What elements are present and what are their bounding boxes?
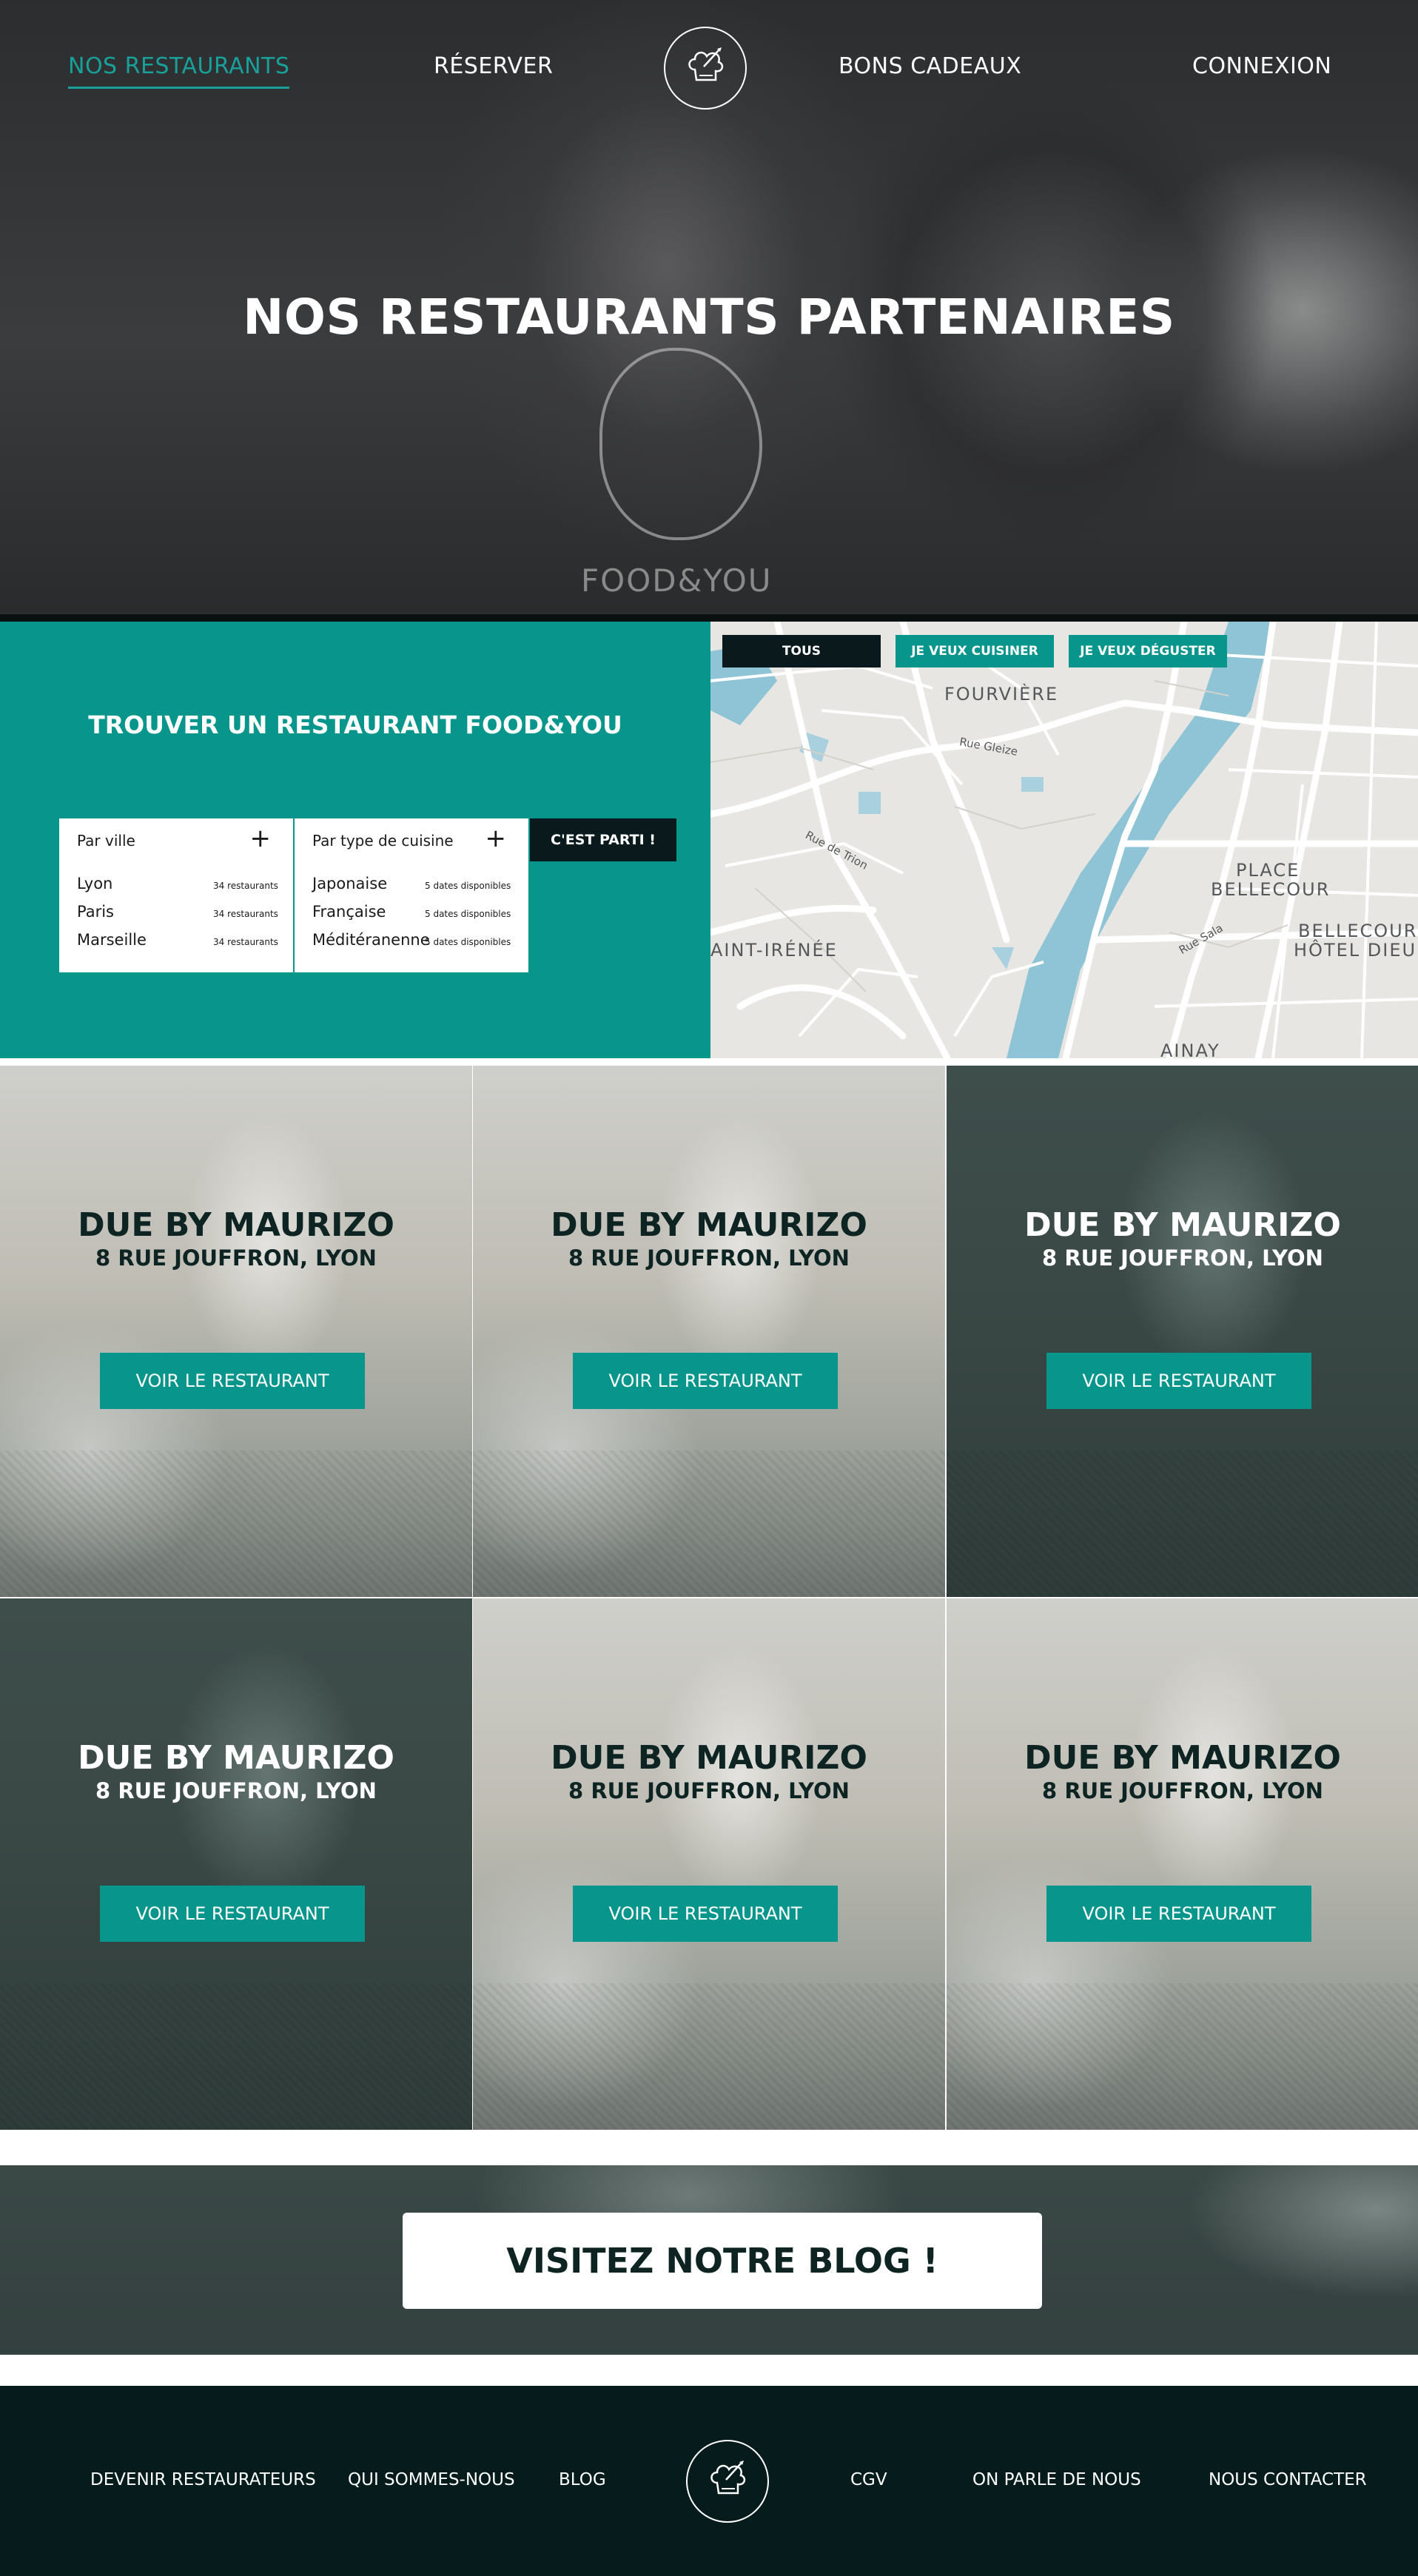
restaurant-card: DUE BY MAURIZO 8 RUE JOUFFRON, LYON VOIR… <box>947 1598 1418 2130</box>
restaurant-photo <box>947 1598 1418 2130</box>
restaurant-photo <box>473 1598 945 2130</box>
filter-by-cuisine[interactable]: Par type de cuisine + Japonaise 5 dates … <box>295 818 528 972</box>
apron-logo-graphic <box>599 348 762 540</box>
blog-button[interactable]: VISITEZ NOTRE BLOG ! <box>403 2213 1042 2309</box>
restaurant-card: DUE BY MAURIZO 8 RUE JOUFFRON, LYON VOIR… <box>947 1066 1418 1597</box>
cuisine-option-dates: 5 dates disponibles <box>425 909 511 919</box>
view-restaurant-button[interactable]: VOIR LE RESTAURANT <box>573 1353 838 1409</box>
chef-hat-icon <box>710 2461 746 2495</box>
restaurant-card: DUE BY MAURIZO 8 RUE JOUFFRON, LYON VOIR… <box>473 1598 945 2130</box>
nav-restaurants[interactable]: NOS RESTAURANTS <box>68 53 290 89</box>
restaurant-address: 8 RUE JOUFFRON, LYON <box>568 1778 850 1803</box>
nav-reserver[interactable]: RÉSERVER <box>434 53 553 79</box>
map-filter-taste[interactable]: JE VEUX DÉGUSTER <box>1069 635 1227 667</box>
page-title: NOS RESTAURANTS PARTENAIRES <box>243 289 1175 346</box>
restaurant-card: DUE BY MAURIZO 8 RUE JOUFFRON, LYON VOIR… <box>473 1066 945 1597</box>
map-label-hotel-dieu: HÔTEL DIEU <box>1294 940 1417 961</box>
map-label-ainay: AINAY <box>1160 1040 1220 1058</box>
plus-icon[interactable]: + <box>485 826 507 851</box>
map-label-place: PLACE <box>1236 860 1300 881</box>
restaurant-address: 8 RUE JOUFFRON, LYON <box>568 1245 850 1271</box>
city-option[interactable]: Paris <box>77 903 114 921</box>
restaurant-photo <box>0 1066 472 1597</box>
city-option-count: 34 restaurants <box>213 937 278 947</box>
view-restaurant-button[interactable]: VOIR LE RESTAURANT <box>100 1353 365 1409</box>
restaurant-name: DUE BY MAURIZO <box>551 1206 867 1244</box>
cuisine-option[interactable]: Japonaise <box>312 875 387 892</box>
map-filter-all[interactable]: TOUS <box>722 635 881 667</box>
cuisine-option[interactable]: Méditéranenne <box>312 931 430 949</box>
restaurant-name: DUE BY MAURIZO <box>78 1206 394 1244</box>
restaurant-name: DUE BY MAURIZO <box>78 1739 394 1777</box>
footer-link-about[interactable]: QUI SOMMES-NOUS <box>348 2470 515 2489</box>
restaurant-address: 8 RUE JOUFFRON, LYON <box>1042 1778 1323 1803</box>
filter-cuisine-label: Par type de cuisine <box>312 832 454 850</box>
nav-login[interactable]: CONNEXION <box>1192 53 1331 79</box>
footer-link-press[interactable]: ON PARLE DE NOUS <box>972 2470 1141 2489</box>
city-option[interactable]: Marseille <box>77 931 147 949</box>
cuisine-option-dates: 5 dates disponibles <box>425 937 511 947</box>
restaurant-name: DUE BY MAURIZO <box>1024 1739 1341 1777</box>
restaurant-address: 8 RUE JOUFFRON, LYON <box>1042 1245 1323 1271</box>
search-title: TROUVER UN RESTAURANT FOOD&YOU <box>88 710 622 739</box>
cuisine-option[interactable]: Française <box>312 903 386 921</box>
header-logo[interactable] <box>664 27 747 110</box>
cuisine-option-dates: 5 dates disponibles <box>425 881 511 891</box>
city-option[interactable]: Lyon <box>77 875 112 892</box>
view-restaurant-button[interactable]: VOIR LE RESTAURANT <box>1046 1886 1311 1942</box>
restaurant-photo <box>0 1598 472 2130</box>
footer-link-cgv[interactable]: CGV <box>850 2470 887 2489</box>
footer-logo[interactable] <box>686 2440 769 2523</box>
chef-hat-icon <box>688 47 724 81</box>
apron-text: FOOD&YOU <box>581 562 773 599</box>
search-submit-button[interactable]: C'EST PARTI ! <box>530 818 676 861</box>
restaurant-photo <box>473 1066 945 1597</box>
filter-city-label: Par ville <box>77 832 135 850</box>
restaurant-card: DUE BY MAURIZO 8 RUE JOUFFRON, LYON VOIR… <box>0 1066 472 1597</box>
city-option-count: 34 restaurants <box>213 909 278 919</box>
map-label-bellecour-2: BELLECOUR <box>1298 921 1418 941</box>
restaurant-name: DUE BY MAURIZO <box>1024 1206 1341 1244</box>
footer-link-contact[interactable]: NOUS CONTACTER <box>1209 2470 1367 2489</box>
plus-icon[interactable]: + <box>250 826 272 851</box>
city-option-count: 34 restaurants <box>213 881 278 891</box>
restaurant-address: 8 RUE JOUFFRON, LYON <box>95 1778 377 1803</box>
restaurant-card: DUE BY MAURIZO 8 RUE JOUFFRON, LYON VOIR… <box>0 1598 472 2130</box>
restaurant-map[interactable]: TOUS JE VEUX CUISINER JE VEUX DÉGUSTER F… <box>710 622 1418 1058</box>
map-label-saint-irenee: AINT-IRÉNÉE <box>710 940 838 961</box>
footer-link-blog[interactable]: BLOG <box>559 2470 606 2489</box>
map-label-fourviere: FOURVIÈRE <box>944 684 1059 704</box>
footer-link-become-restaurateur[interactable]: DEVENIR RESTAURATEURS <box>90 2470 316 2489</box>
restaurant-photo <box>947 1066 1418 1597</box>
map-filter-cook[interactable]: JE VEUX CUISINER <box>896 635 1054 667</box>
filter-by-city[interactable]: Par ville + Lyon 34 restaurants Paris 34… <box>59 818 293 972</box>
hero-divider <box>0 614 1418 622</box>
map-label-bellecour: BELLECOUR <box>1211 879 1331 900</box>
view-restaurant-button[interactable]: VOIR LE RESTAURANT <box>1046 1353 1311 1409</box>
view-restaurant-button[interactable]: VOIR LE RESTAURANT <box>100 1886 365 1942</box>
view-restaurant-button[interactable]: VOIR LE RESTAURANT <box>573 1886 838 1942</box>
restaurant-address: 8 RUE JOUFFRON, LYON <box>95 1245 377 1271</box>
restaurant-name: DUE BY MAURIZO <box>551 1739 867 1777</box>
nav-gift-cards[interactable]: BONS CADEAUX <box>839 53 1021 79</box>
